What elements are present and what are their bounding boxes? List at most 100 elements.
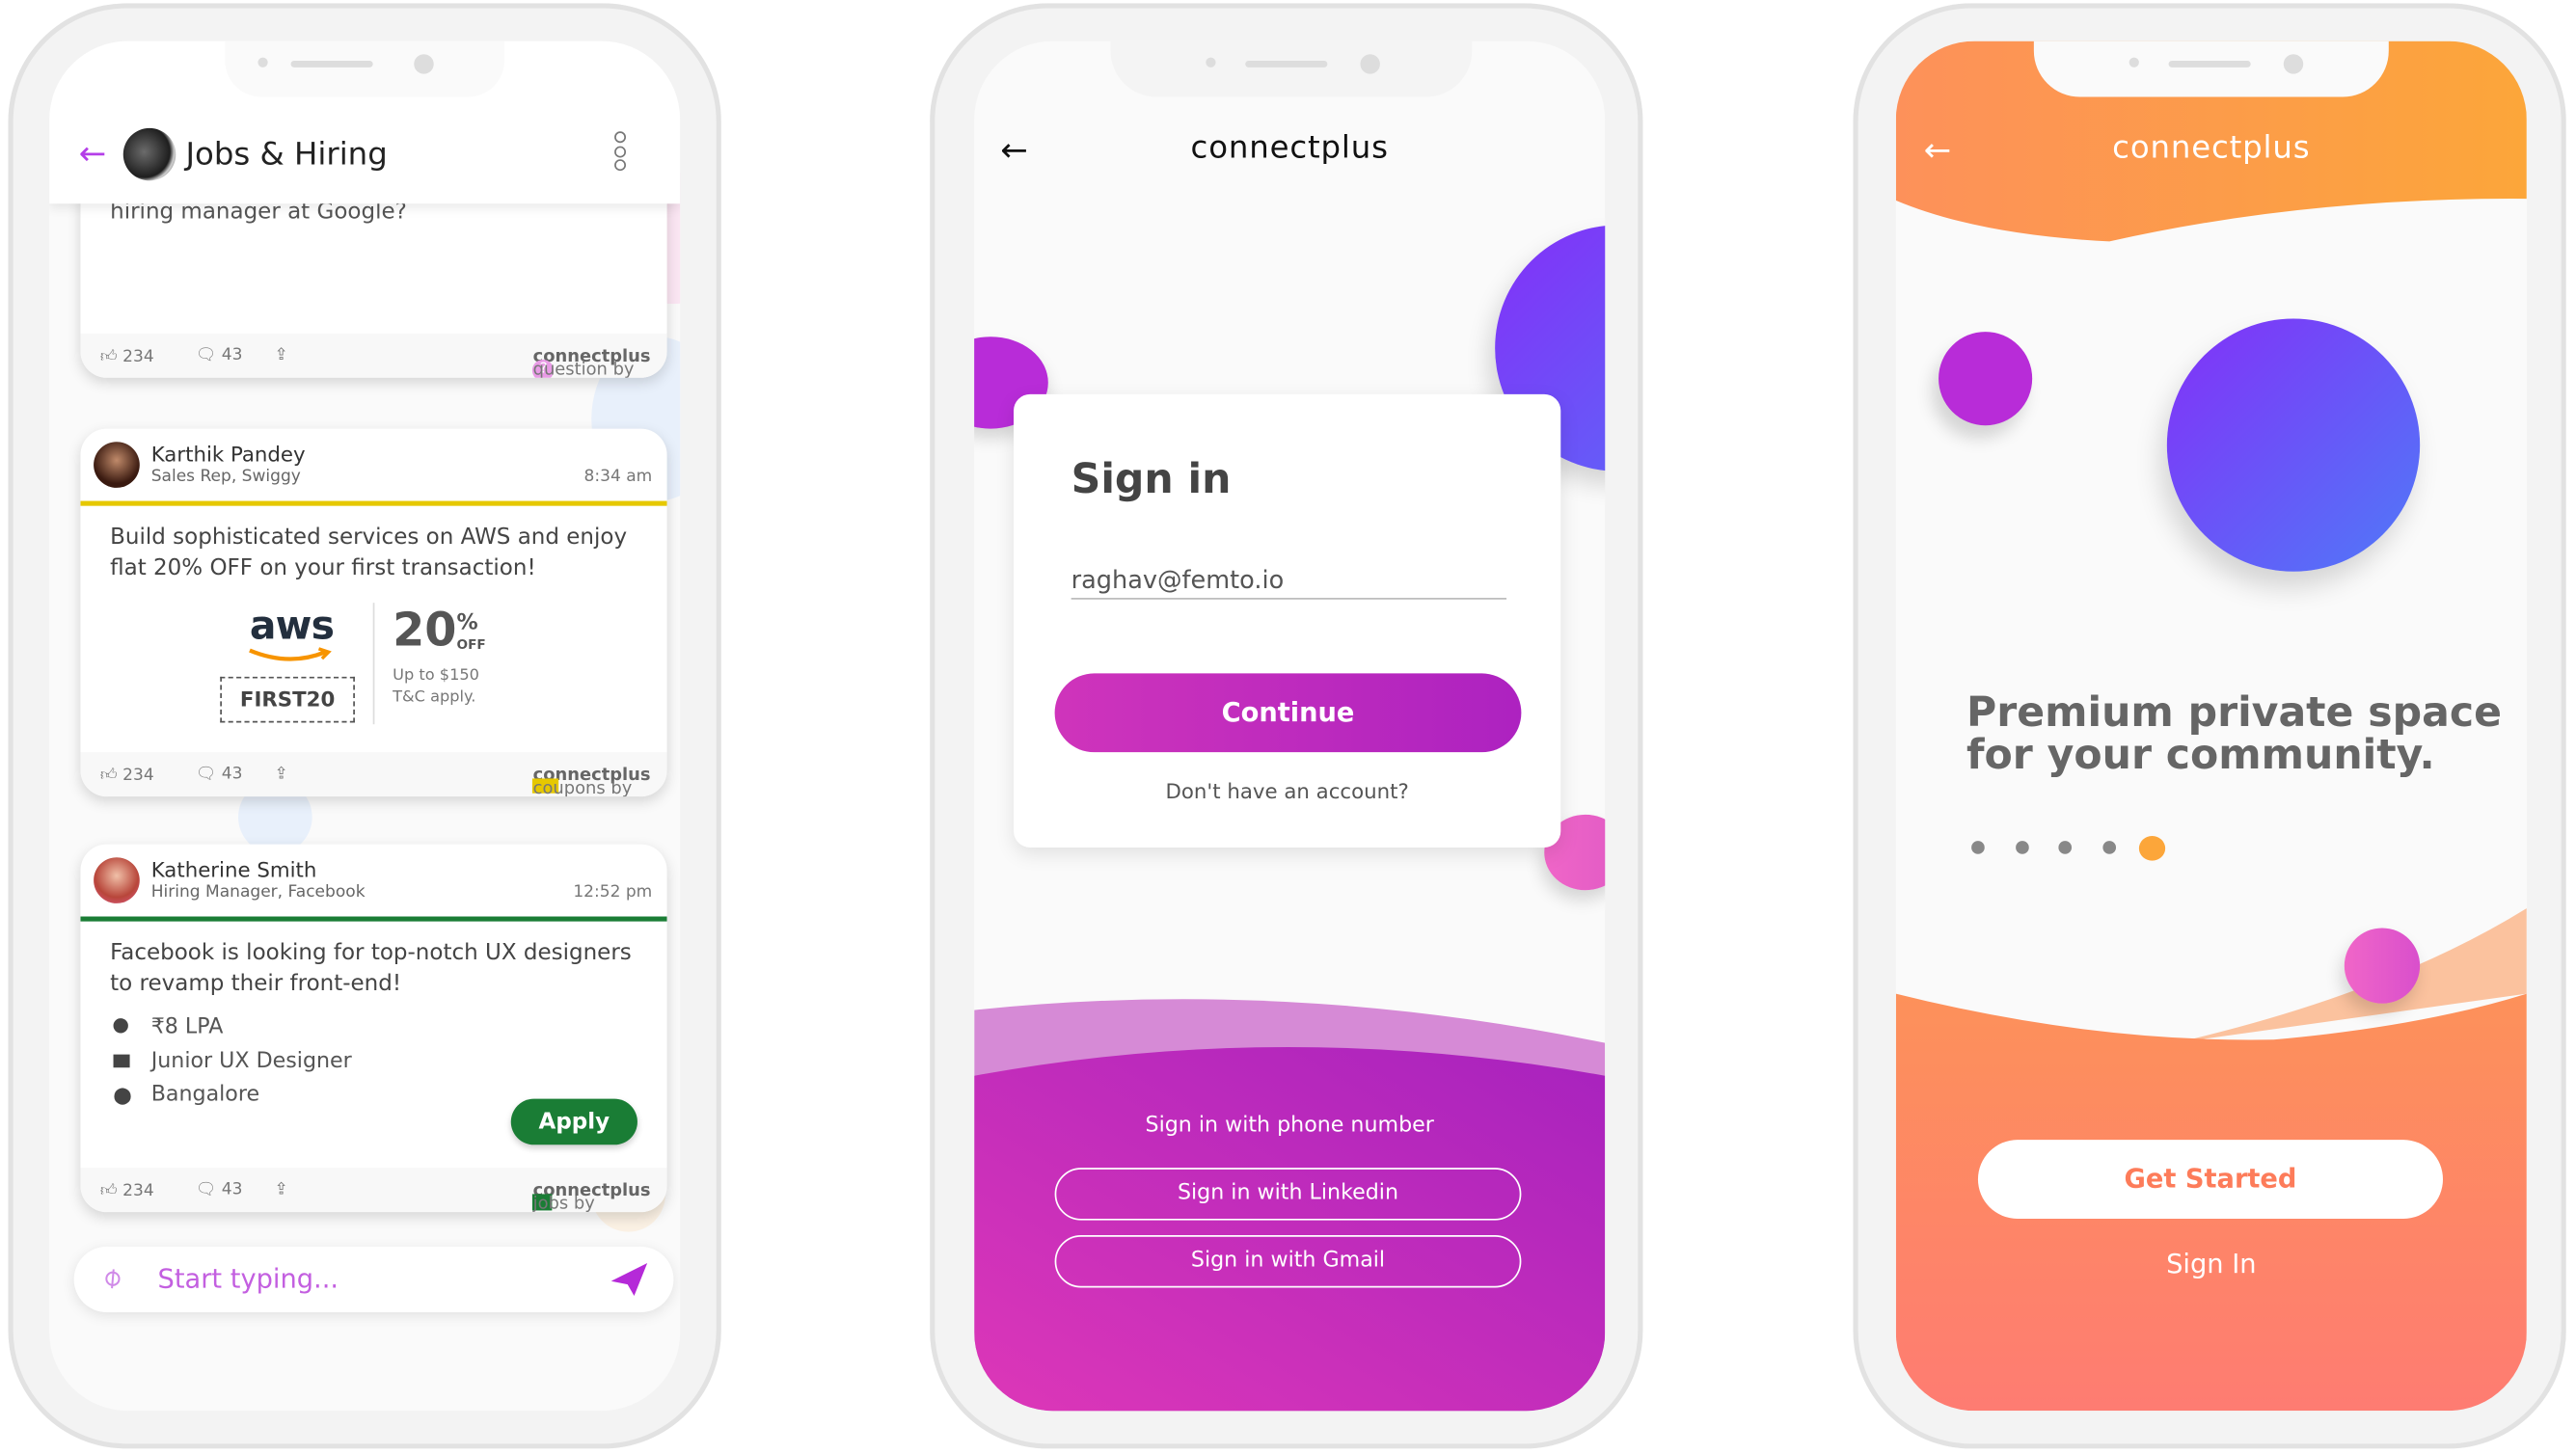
pager-dot[interactable] (2016, 841, 2029, 854)
send-icon[interactable] (610, 1261, 649, 1297)
notch (225, 40, 504, 97)
comment-button[interactable]: 🗨︎ 43 (196, 766, 243, 784)
composer: ⌀ Start typing... (73, 1246, 674, 1313)
share-icon[interactable]: ⇪ (274, 766, 287, 784)
salary: ₹8 LPA (150, 1014, 224, 1040)
post-card-coupon: Karthik Pandey Sales Rep, Swiggy 8:34 am… (80, 428, 667, 797)
divider (372, 603, 375, 725)
pager-dot[interactable] (2102, 841, 2117, 854)
more-vertical-icon[interactable] (614, 131, 628, 172)
location-pin-icon: ⬤ (113, 1087, 132, 1106)
signin-card: Sign in raghav@femto.io Continue Don't h… (1014, 393, 1561, 848)
arrow-left-icon: ← (78, 132, 107, 173)
headline: Premium private space for your community. (1966, 687, 2502, 779)
jobs-screen: hiring manager at Google? 👍︎ 234 🗨︎ 43 ⇪… (49, 40, 681, 1412)
briefcase-icon (113, 1053, 130, 1067)
off-label: OFF (456, 636, 486, 653)
coupon-tc: T&C apply. (393, 687, 476, 707)
pager-dot[interactable] (1971, 841, 1985, 854)
page-title: Jobs & Hiring (185, 136, 388, 173)
author-name[interactable]: Karthik Pandey (151, 442, 306, 467)
phone-jobs: hiring manager at Google? 👍︎ 234 🗨︎ 43 ⇪… (8, 3, 721, 1449)
like-count: 234 (122, 348, 154, 366)
comment-button[interactable]: 🗨︎ 43 (196, 346, 243, 364)
group-avatar (122, 127, 176, 181)
post-source[interactable]: ? question by connectplus (532, 346, 651, 378)
position-row: Junior UX Designer (113, 1045, 352, 1079)
author-avatar (94, 857, 140, 903)
share-icon[interactable]: ⇪ (274, 1181, 287, 1199)
app-header: ← Jobs & Hiring (49, 40, 681, 204)
like-button[interactable]: 👍︎ 234 (100, 1181, 154, 1200)
back-button[interactable]: ← (79, 133, 107, 173)
source-prefix: coupons by (532, 778, 633, 797)
sign-in-link[interactable]: Sign In (1896, 1249, 2527, 1279)
notch (2033, 40, 2389, 97)
headline-line-2: for your community. (1966, 731, 2435, 779)
post-footer: 👍︎ 234 🗨︎ 43 ⇪ jobs by connectplus (80, 1168, 667, 1213)
location-row: ⬤ Bangalore (114, 1079, 352, 1115)
like-button[interactable]: 👍︎ 234 (100, 346, 154, 366)
like-count: 234 (122, 1182, 154, 1201)
gmail-signin-button[interactable]: Sign in with Gmail (1054, 1234, 1522, 1288)
post-text: Build sophisticated services on AWS and … (110, 524, 628, 581)
post-source[interactable]: coupons by connectplus (532, 766, 651, 796)
aws-smile-icon (249, 647, 332, 661)
email-input[interactable]: raghav@femto.io (1071, 565, 1507, 600)
position: Junior UX Designer (150, 1048, 352, 1074)
continue-button[interactable]: Continue (1054, 673, 1522, 753)
app-title: connectplus (1190, 129, 1389, 167)
share-icon[interactable]: ⇪ (274, 346, 287, 364)
phone-onboarding: ← connectplus Premium private space for y… (1853, 3, 2566, 1449)
signup-link[interactable]: Don't have an account? (1014, 778, 1560, 803)
source-prefix: jobs by (532, 1194, 595, 1213)
location: Bangalore (150, 1082, 260, 1108)
post-footer: 👍︎ 234 🗨︎ 43 ⇪ coupons by connectplus (80, 752, 667, 797)
like-count: 234 (122, 767, 154, 786)
signin-title: Sign in (1071, 454, 1232, 503)
comment-button[interactable]: 🗨︎ 43 (196, 1181, 243, 1199)
comment-count: 43 (221, 346, 243, 365)
coupon-terms: Up to $150 T&C apply. (393, 665, 479, 708)
source-prefix: question by (532, 360, 635, 378)
signin-screen: ← connectplus Sign in raghav@femto.io Co… (974, 40, 1606, 1412)
message-input[interactable]: Start typing... (158, 1263, 339, 1294)
post-time: 8:34 am (583, 468, 653, 487)
discount-value: 20% OFF (393, 603, 486, 657)
headline-line-1: Premium private space (1966, 687, 2502, 737)
comment-count: 43 (221, 765, 243, 784)
aws-logo: aws (249, 603, 335, 649)
decor-circle (1939, 332, 2033, 426)
paperclip-icon[interactable]: ⌀ (95, 1260, 128, 1296)
salary-row: ₹8 LPA (113, 1011, 352, 1045)
post-header: Katherine Smith Hiring Manager, Facebook… (80, 845, 666, 917)
discount-number: 20 (393, 603, 457, 658)
pager-dot-active[interactable] (2138, 836, 2166, 861)
post-footer: 👍︎ 234 🗨︎ 43 ⇪ ? question by connectplus (80, 333, 667, 378)
coupon: aws FIRST20 20% OFF Up to $150 T&C apply. (80, 603, 666, 734)
onboarding-screen: ← connectplus Premium private space for y… (1895, 40, 2527, 1412)
post-text: Facebook is looking for top-notch UX des… (110, 939, 632, 997)
stage: hiring manager at Google? 👍︎ 234 🗨︎ 43 ⇪… (0, 0, 2576, 1454)
decor-circle (2344, 928, 2421, 1004)
author-avatar (94, 442, 140, 488)
post-card-job: Katherine Smith Hiring Manager, Facebook… (80, 844, 667, 1213)
pager-dot[interactable] (2058, 841, 2073, 854)
linkedin-signin-button[interactable]: Sign in with Linkedin (1054, 1168, 1522, 1221)
decor-circle (2166, 318, 2421, 572)
like-button[interactable]: 👍︎ 234 (100, 766, 154, 786)
app-title: connectplus (2112, 129, 2311, 167)
comment-count: 43 (221, 1180, 243, 1199)
post-time: 12:52 pm (573, 883, 653, 902)
phone-signin-link[interactable]: Sign in with phone number (974, 1114, 1605, 1139)
percent-sign: % (456, 610, 478, 636)
coupon-limit: Up to $150 (393, 666, 479, 686)
post-header: Karthik Pandey Sales Rep, Swiggy 8:34 am (80, 429, 666, 501)
get-started-button[interactable]: Get Started (1977, 1140, 2444, 1219)
post-source[interactable]: jobs by connectplus (532, 1181, 651, 1212)
apply-button[interactable]: Apply (510, 1098, 637, 1145)
author-role: Sales Rep, Swiggy (150, 468, 301, 487)
coupon-code[interactable]: FIRST20 (220, 676, 355, 723)
author-name[interactable]: Katherine Smith (151, 857, 317, 882)
notch (1110, 40, 1473, 97)
